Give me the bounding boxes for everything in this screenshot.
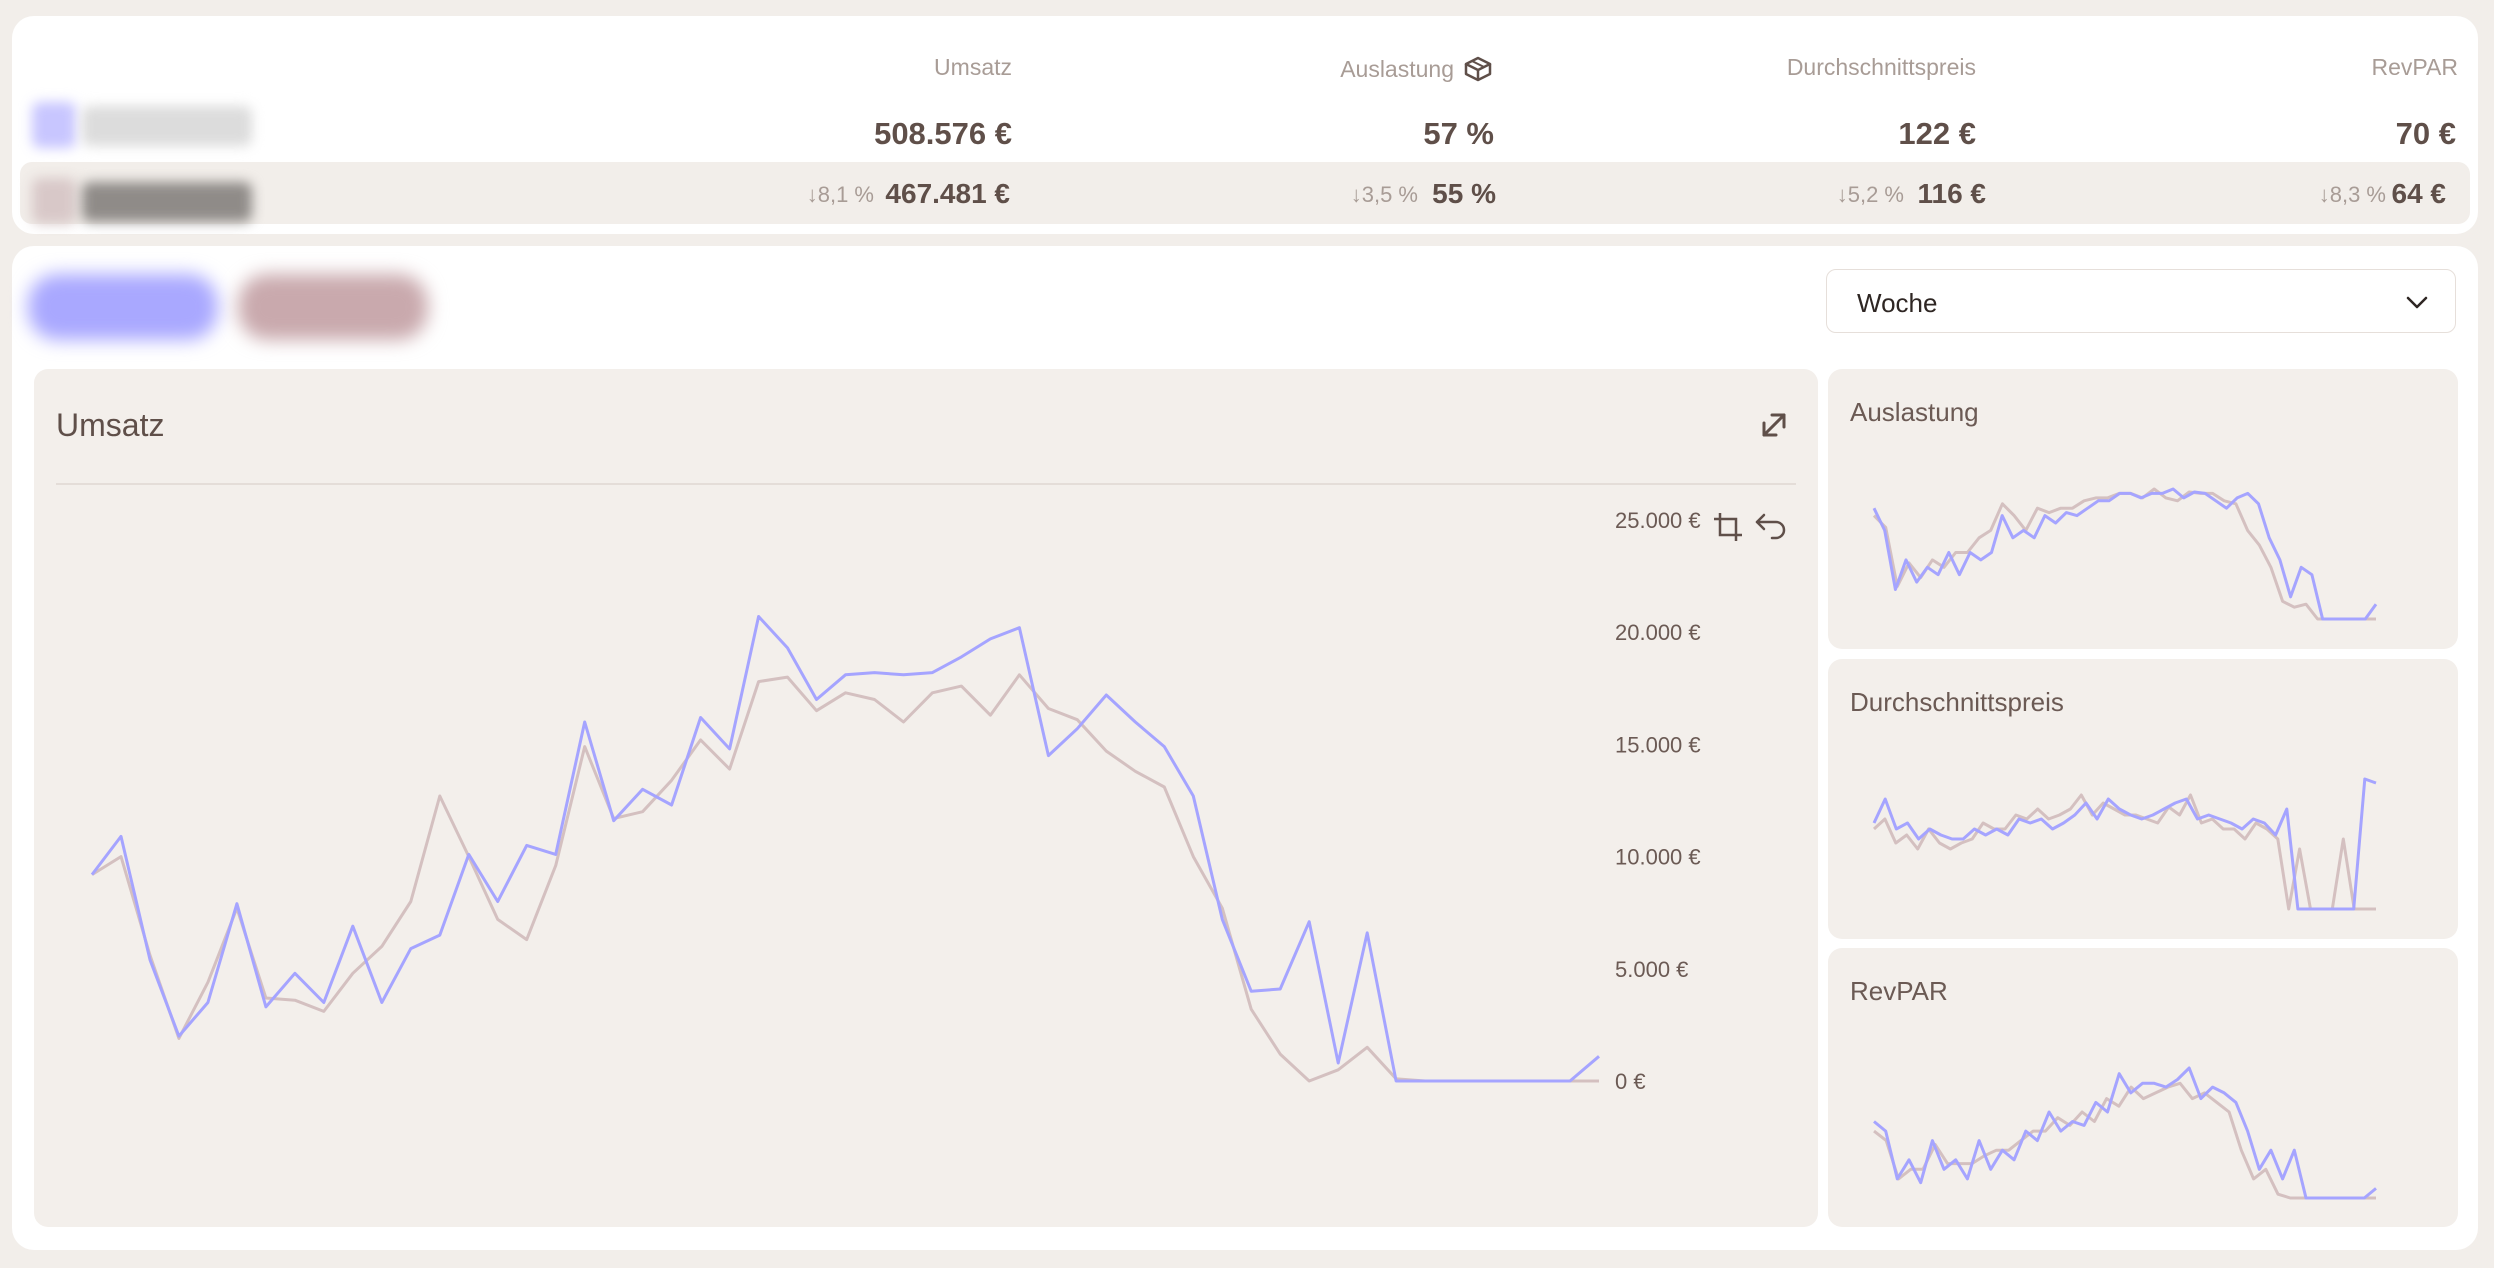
side-chart-panel-auslastung[interactable]: Auslastung — [1828, 369, 2458, 649]
kpi-header-auslastung-label: Auslastung — [1340, 55, 1454, 82]
y-axis-tick-label: 10.000 € — [1615, 845, 1701, 870]
period-select-value: Woche — [1857, 288, 1938, 318]
current-series-line — [1872, 487, 2378, 621]
current-series-line — [1872, 777, 2377, 911]
kpi-value-durchschnittspreis: 122 € — [1898, 116, 1976, 151]
arrow-down-icon: ↓ — [1836, 182, 1848, 207]
y-axis-tick-label: 25.000 € — [1615, 508, 1701, 533]
umsatz-line-chart[interactable]: 25.000 € 20.000 € 15.000 € 10.000 € 5.000 € 0… — [34, 369, 1818, 1227]
kpi-header-umsatz: Umsatz — [934, 54, 1012, 80]
kpi-header-durchschnittspreis: Durchschnittspreis — [1786, 54, 1976, 80]
y-axis-tick-label: 5.000 € — [1615, 957, 1688, 982]
previous-period-name-redacted — [82, 182, 252, 222]
side-chart-panel-durchschnittspreis[interactable]: Durchschnittspreis — [1828, 659, 2458, 939]
period-select[interactable]: Woche — [1826, 269, 2456, 333]
y-axis-tick-label: 15.000 € — [1615, 732, 1701, 757]
y-axis-tick-label: 20.000 € — [1615, 620, 1701, 645]
previous-series-line — [91, 673, 1599, 1083]
summary-card: Umsatz 508.576 € ↓8,1 % 467.481 € Auslas… — [12, 16, 2478, 234]
box-icon[interactable] — [1462, 54, 1494, 84]
arrow-down-icon: ↓ — [806, 182, 818, 207]
chevron-down-icon — [2406, 296, 2428, 309]
charts-card: Woche Umsatz 25.000 €20.000 €15.000 €10.… — [12, 246, 2478, 1250]
current-period-toggle[interactable] — [28, 274, 218, 340]
kpi-previous-auslastung: 55 % — [1432, 178, 1496, 209]
kpi-header-revpar: RevPAR — [2371, 54, 2459, 80]
kpi-header-auslastung: Auslastung — [1340, 54, 1494, 84]
kpi-change-umsatz: ↓8,1 % — [806, 182, 874, 207]
kpi-change-durchschnittspreis: ↓5,2 % — [1836, 182, 1904, 207]
kpi-value-auslastung: 57 % — [1423, 116, 1494, 151]
previous-period-toggle[interactable] — [238, 274, 428, 340]
comparison-row — [20, 162, 2470, 224]
arrow-down-icon: ↓ — [1350, 182, 1362, 207]
kpi-previous-umsatz: 467.481 € — [885, 178, 1010, 209]
side-chart-panel-revpar[interactable]: RevPAR — [1828, 948, 2458, 1227]
current-period-name-redacted — [82, 106, 252, 146]
current-series-line — [90, 615, 1600, 1083]
kpi-previous-durchschnittspreis: 116 € — [1917, 178, 1986, 209]
previous-period-swatch — [32, 178, 76, 224]
revpar-sparkline — [1873, 1066, 2377, 1200]
kpi-change-auslastung: ↓3,5 % — [1350, 182, 1418, 207]
current-series-line — [1873, 1066, 2377, 1200]
current-period-swatch — [32, 102, 76, 148]
auslastung-sparkline — [1872, 487, 2378, 621]
y-axis-tick-label: 0 € — [1615, 1069, 1646, 1094]
kpi-value-revpar: 70 € — [2395, 116, 2456, 151]
kpi-change-revpar: ↓8,3 % — [2318, 182, 2386, 207]
kpi-previous-revpar: 64 € — [2391, 178, 2447, 209]
kpi-value-umsatz: 508.576 € — [874, 116, 1012, 151]
durchschnittspreis-sparkline — [1872, 777, 2377, 911]
main-chart-panel: Umsatz 25.000 €20.000 €15.000 €10.000 €5… — [34, 369, 1818, 1227]
arrow-down-icon: ↓ — [2318, 182, 2330, 207]
